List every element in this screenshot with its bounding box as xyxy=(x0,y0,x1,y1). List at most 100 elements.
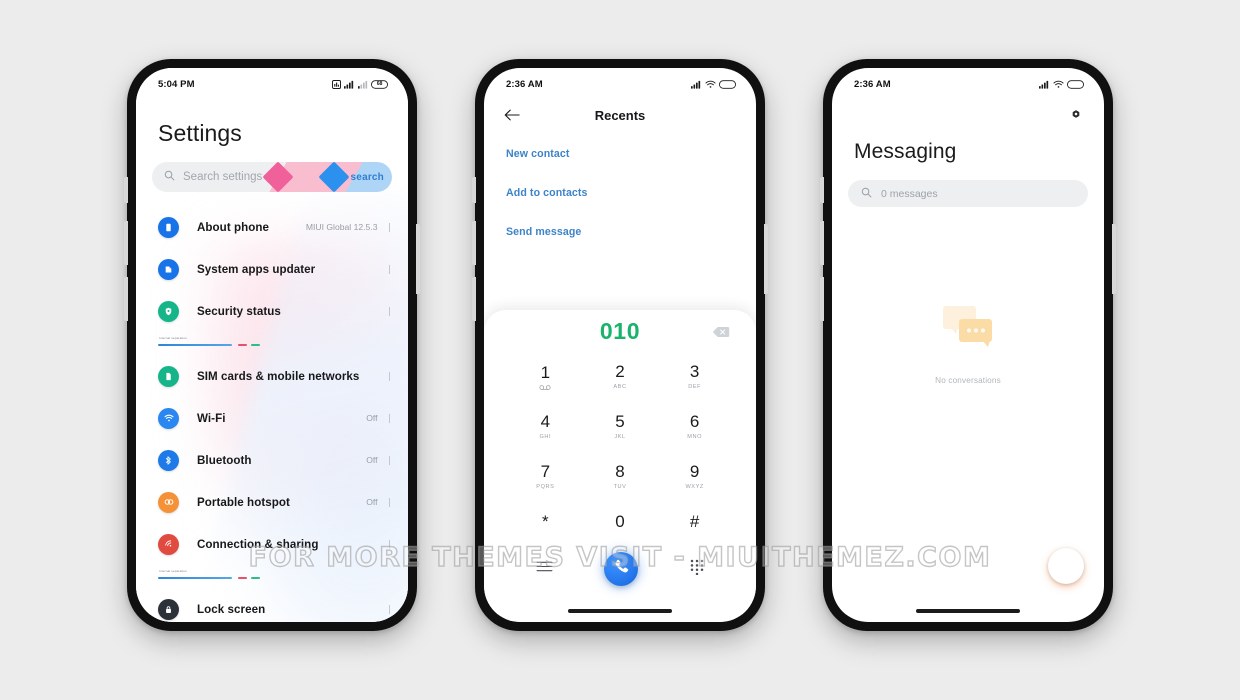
divider-seg-red xyxy=(238,577,247,579)
plus-icon xyxy=(1059,556,1074,576)
settings-row-label: SIM cards & mobile networks xyxy=(197,369,360,383)
key-letters: WXYZ xyxy=(685,484,704,490)
key-number: 0 xyxy=(615,512,625,531)
key-0[interactable]: 0 xyxy=(583,502,658,552)
link-send-message[interactable]: Send message xyxy=(506,226,756,238)
section-divider-2: Internal separation xyxy=(158,569,386,583)
search-decoration: search xyxy=(254,162,392,192)
battery-icon: 68 xyxy=(371,79,388,89)
key-number: 8 xyxy=(615,462,625,481)
key-6[interactable]: 6 MNO xyxy=(657,402,732,452)
settings-row-label: Wi-Fi xyxy=(197,411,226,425)
backspace-icon[interactable] xyxy=(712,325,730,337)
key-number: # xyxy=(689,512,700,531)
battery-icon xyxy=(719,79,736,89)
new-message-fab[interactable] xyxy=(1048,548,1084,584)
settings-row-bluetooth[interactable]: Bluetooth Off xyxy=(136,439,408,481)
empty-state-caption: No conversations xyxy=(935,376,1001,385)
key-letters: ABC xyxy=(613,384,627,390)
battery-level-text: 68 xyxy=(376,81,383,87)
settings-row-lock-screen[interactable]: Lock screen xyxy=(136,588,408,622)
search-icon xyxy=(861,185,872,203)
settings-row-label: System apps updater xyxy=(197,262,316,276)
key-7[interactable]: 7 PQRS xyxy=(508,452,583,502)
key-letters: TUV xyxy=(613,484,627,490)
settings-row-connection-sharing[interactable]: Connection & sharing xyxy=(136,523,408,565)
settings-search-row[interactable]: Search settings search xyxy=(152,162,392,192)
phone3-mute-button[interactable] xyxy=(820,177,824,203)
home-indicator[interactable] xyxy=(568,609,672,613)
key-3[interactable]: 3 DEF xyxy=(657,352,732,402)
status-time: 5:04 PM xyxy=(158,78,195,90)
chevron-right-icon xyxy=(388,497,390,507)
wifi-status-icon xyxy=(1052,80,1064,89)
empty-state: No conversations xyxy=(832,303,1104,385)
divider-bar-blue xyxy=(158,344,232,346)
settings-row-portable-hotspot[interactable]: Portable hotspot Off xyxy=(136,481,408,523)
key-number: 1 xyxy=(540,362,551,382)
key-4[interactable]: 4 GHI xyxy=(508,402,583,452)
link-new-contact[interactable]: New contact xyxy=(506,148,756,160)
phone2-volume-down-button[interactable] xyxy=(472,277,476,321)
settings-row-label: Lock screen xyxy=(197,602,266,616)
phone-settings: 5:04 PM 68 Settings Search settings sear… xyxy=(124,59,420,631)
recents-top-bar: Recents xyxy=(484,98,756,132)
voicemail-icon xyxy=(539,384,551,391)
settings-row-system-apps-updater[interactable]: System apps updater xyxy=(136,248,408,290)
settings-row-about-phone[interactable]: About phone MIUI Global 12.5.3 xyxy=(136,206,408,248)
phone1-volume-up-button[interactable] xyxy=(124,221,128,265)
key-2[interactable]: 2 ABC xyxy=(583,352,658,402)
list-menu-icon[interactable] xyxy=(536,560,553,578)
dialer-bottom-bar xyxy=(484,546,756,592)
settings-row-sim-cards[interactable]: SIM cards & mobile networks xyxy=(136,355,408,397)
gear-icon[interactable] xyxy=(1068,106,1084,127)
wifi-status-icon xyxy=(704,80,716,89)
key-letters: DEF xyxy=(688,384,702,390)
chevron-right-icon xyxy=(388,371,390,381)
key-star[interactable]: * xyxy=(508,502,583,552)
link-add-to-contacts[interactable]: Add to contacts xyxy=(506,187,756,199)
lock-icon xyxy=(158,598,179,620)
phone1-volume-down-button[interactable] xyxy=(124,277,128,321)
phone-call-button[interactable] xyxy=(604,552,639,586)
dialed-number-display[interactable]: 010 xyxy=(484,310,756,352)
phone2-power-button[interactable] xyxy=(764,224,768,294)
messaging-top-bar xyxy=(832,98,1104,134)
phone3-volume-down-button[interactable] xyxy=(820,277,824,321)
key-number: 6 xyxy=(689,412,700,431)
messaging-screen: 2:36 AM Messaging 0 messages No conversa… xyxy=(832,68,1104,622)
divider-label: Internal separation xyxy=(159,569,187,573)
phone3-volume-up-button[interactable] xyxy=(820,221,824,265)
sim-card-icon xyxy=(158,365,179,387)
dialpad-icon[interactable] xyxy=(690,559,704,580)
phone3-power-button[interactable] xyxy=(1112,224,1116,294)
signal-bars-icon xyxy=(1039,80,1049,89)
settings-row-wifi[interactable]: Wi-Fi Off xyxy=(136,397,408,439)
divider-label: Internal separation xyxy=(159,336,187,340)
key-number: 9 xyxy=(689,462,700,481)
key-hash[interactable]: # xyxy=(657,502,732,552)
key-8[interactable]: 8 TUV xyxy=(583,452,658,502)
phone1-power-button[interactable] xyxy=(416,224,420,294)
chevron-right-icon xyxy=(388,604,390,614)
dialpad-keys: 1 2 ABC 3 DEF 4 GHI 5 JKL 6 MNO 7 PQRS 8… xyxy=(484,352,756,552)
settings-screen: 5:04 PM 68 Settings Search settings sear… xyxy=(136,68,408,622)
key-number: 5 xyxy=(615,412,625,431)
phone1-mute-button[interactable] xyxy=(124,177,128,203)
arrow-left-icon[interactable] xyxy=(502,105,522,125)
key-5[interactable]: 5 JKL xyxy=(583,402,658,452)
phone-messaging: 2:36 AM Messaging 0 messages No conversa… xyxy=(820,59,1116,631)
phone-info-icon xyxy=(158,216,179,238)
key-1[interactable]: 1 xyxy=(508,352,583,402)
home-indicator[interactable] xyxy=(916,609,1020,613)
messaging-search-input[interactable]: 0 messages xyxy=(848,180,1088,207)
settings-row-label: Connection & sharing xyxy=(197,537,319,551)
screenshot-canvas: 5:04 PM 68 Settings Search settings sear… xyxy=(0,0,1240,700)
key-9[interactable]: 9 WXYZ xyxy=(657,452,732,502)
key-letters: MNO xyxy=(687,434,702,440)
phone2-mute-button[interactable] xyxy=(472,177,476,203)
settings-row-label: Bluetooth xyxy=(197,453,252,467)
settings-row-security-status[interactable]: Security status xyxy=(136,290,408,332)
phone2-volume-up-button[interactable] xyxy=(472,221,476,265)
divider-seg-red xyxy=(238,344,247,346)
